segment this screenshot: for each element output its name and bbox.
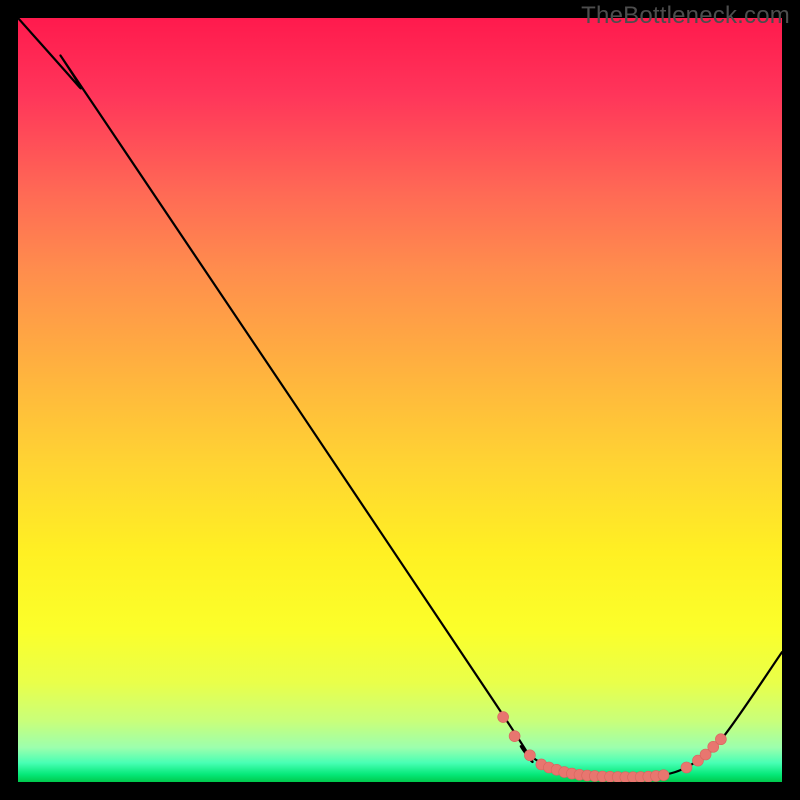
chart-svg [18, 18, 782, 782]
chart-frame: TheBottleneck.com [0, 0, 800, 800]
data-marker [498, 712, 509, 723]
plot-area [18, 18, 782, 782]
data-marker [658, 770, 669, 781]
watermark-label: TheBottleneck.com [581, 2, 790, 30]
data-marker [509, 731, 520, 742]
data-marker [681, 762, 692, 773]
data-marker [524, 750, 535, 761]
data-marker [715, 734, 726, 745]
bottleneck-curve [18, 18, 782, 778]
